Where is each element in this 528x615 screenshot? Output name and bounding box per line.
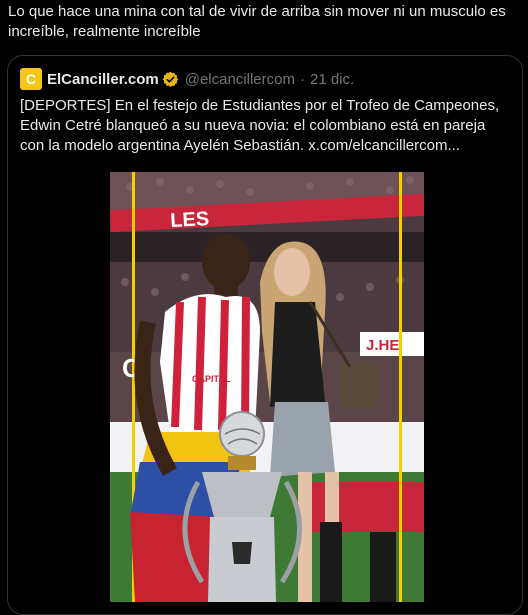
avatar[interactable]: C xyxy=(20,68,42,90)
quoted-tweet-card[interactable]: C ElCanciller.com @elcancillercom · 21 d… xyxy=(7,55,523,615)
avatar-letter: C xyxy=(25,71,37,87)
display-name[interactable]: ElCanciller.com xyxy=(47,71,159,88)
banner-text: LES xyxy=(170,208,210,232)
tweet-text: Lo que hace una mina con tal de vivir de… xyxy=(8,3,506,40)
separator-dot: · xyxy=(299,70,305,88)
quote-header: C ElCanciller.com @elcancillercom · 21 d… xyxy=(20,68,354,90)
media-photo[interactable]: LES J.HE C CAPITAL xyxy=(110,172,424,602)
quote-text: [DEPORTES] En el festejo de Estudiantes … xyxy=(20,97,500,154)
post-date[interactable]: 21 dic. xyxy=(310,71,354,88)
verified-gold-badge-icon xyxy=(162,71,179,88)
handle[interactable]: @elcancillercom xyxy=(185,71,295,88)
board-text: J.HE xyxy=(366,337,399,354)
photo-illustration: LES J.HE C CAPITAL xyxy=(110,172,424,602)
shirt-sponsor: CAPITAL xyxy=(192,374,231,384)
